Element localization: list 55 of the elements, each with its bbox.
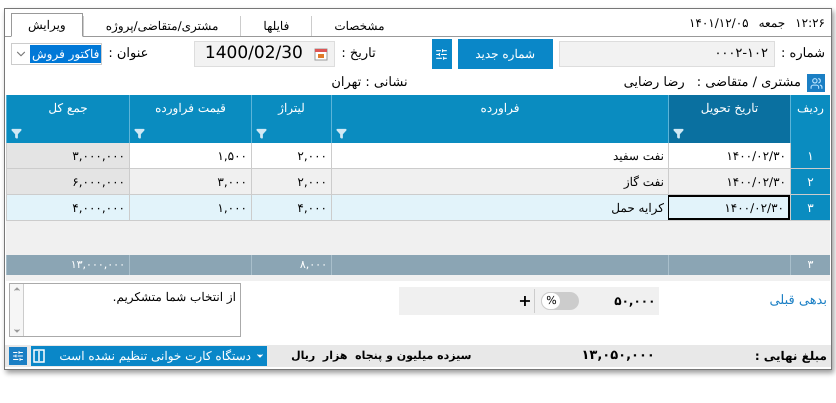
percent-toggle[interactable]: % (541, 292, 580, 310)
debt-amount: ۵۰,۰۰۰ (613, 293, 656, 310)
table-cell: ۱ (790, 143, 830, 168)
filter-icon[interactable] (134, 128, 145, 139)
table-cell: نفت سفید (331, 143, 668, 168)
table-cell: ۱۴۰۰/۰۲/۳۰ (668, 169, 790, 194)
customer-icon[interactable] (807, 74, 825, 92)
date-label: تاریخ : (341, 45, 376, 64)
table-cell: ۴,۰۰۰,۰۰۰ (6, 195, 129, 220)
note-field[interactable]: از انتخاب شما متشکریم. (9, 283, 241, 337)
total-cell-text: ۱۳,۰۰۰,۰۰۰ (70, 256, 125, 273)
add-button[interactable]: + (515, 289, 536, 313)
clock-date: ۱۴۰۱/۱۲/۰۵ (688, 15, 749, 32)
title-dropdown[interactable]: فاکتور فروش (11, 43, 102, 65)
column-header[interactable]: تاریخ تحویل (668, 95, 790, 143)
total-cell-text: ۳ (808, 256, 814, 273)
table-cell: ۱۴۰۰/۰۲/۳۰ (668, 143, 790, 168)
table-cell: ۱,۰۰۰ (129, 195, 251, 220)
card-reader-dropdown[interactable]: دستگاه کارت خوانی تنظیم نشده است (31, 346, 267, 366)
table-cell: ۴,۰۰۰ (251, 195, 331, 220)
final-label: مبلغ نهایی : (754, 348, 827, 365)
new-number-button[interactable]: شماره جدید (458, 39, 553, 69)
date-field[interactable]: 1400/02/30 (194, 41, 336, 67)
weekday: جمعه (758, 15, 786, 32)
table-cell: نفت گاز (331, 169, 668, 194)
filter-icon[interactable] (336, 128, 347, 139)
total-cell-text: ۸,۰۰۰ (300, 256, 327, 273)
settings-icon[interactable] (432, 39, 452, 69)
previous-debt-link[interactable]: بدهی قبلی (769, 291, 827, 310)
table-cell: ۲,۰۰۰ (251, 143, 331, 168)
customer-label: مشتری / متقاضی : (696, 74, 801, 92)
final-amount: ۱۳,۰۵۰,۰۰۰ (581, 347, 655, 366)
table-cell: ۶,۰۰۰,۰۰۰ (6, 169, 129, 194)
filter-icon[interactable] (256, 128, 267, 139)
table-cell: ۱۴۰۰/۰۲/۳۰ (668, 195, 790, 220)
tab[interactable]: ویرایش (11, 13, 83, 37)
number-label: شماره : (781, 45, 825, 64)
title-label: عنوان : (108, 45, 148, 64)
tab[interactable]: مشخصات (311, 16, 407, 36)
calendar-icon[interactable] (314, 47, 328, 61)
address-text: نشانی : تهران (331, 74, 408, 92)
table-cell: ۳,۰۰۰,۰۰۰ (6, 143, 129, 168)
card-reader-icon (33, 349, 45, 363)
tab[interactable]: فایلها (240, 16, 312, 36)
settings-icon[interactable] (9, 347, 27, 365)
table-cell: ۲ (790, 169, 830, 194)
amount-in-words: سیزده میلیون و پنجاه هزار ریال (291, 348, 472, 364)
clock-time: ۱۲:۲۶ (795, 15, 825, 32)
number-field[interactable]: ۰۰۰۲-۱۰۲ (558, 41, 776, 67)
filter-icon[interactable] (673, 128, 684, 139)
customer-name: رضا رضایی (624, 74, 685, 92)
table-cell: ۳ (790, 195, 830, 220)
table-cell: کرایه حمل (331, 195, 668, 220)
table-cell: ۲,۰۰۰ (251, 169, 331, 194)
filter-icon[interactable] (11, 128, 22, 139)
